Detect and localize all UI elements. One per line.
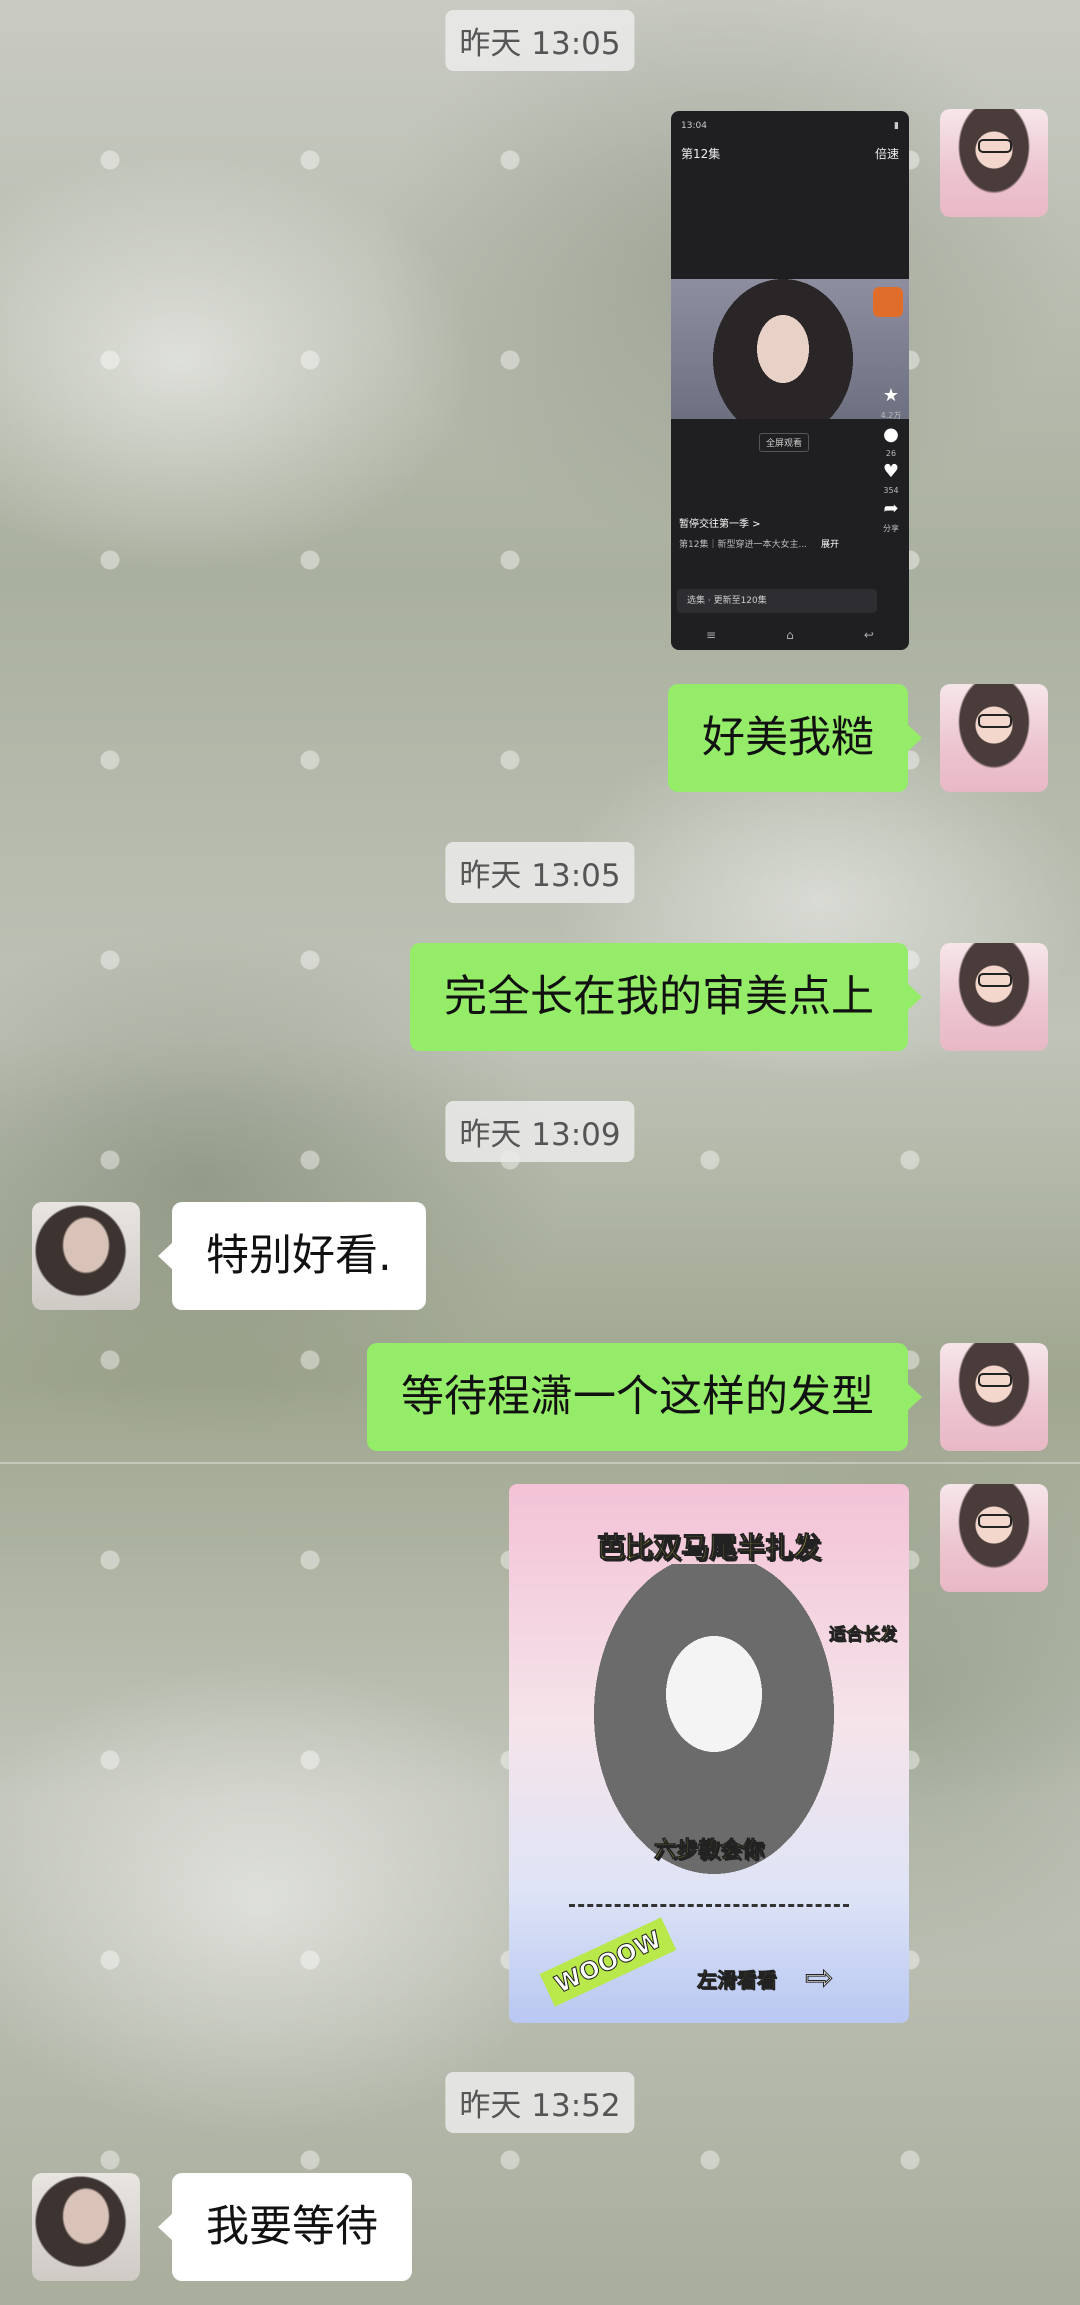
count: 26 bbox=[885, 449, 897, 458]
nav-bar: ≡ ⌂ ↩ bbox=[671, 620, 909, 650]
card-steps-label: 六步教会你 bbox=[653, 1838, 765, 1864]
my-avatar[interactable] bbox=[940, 1484, 1048, 1592]
image-message-hairstyle[interactable]: 芭比双马尾半扎发 适合长发 六步教会你 WOOOW 左滑看看 ⇨ bbox=[509, 1484, 909, 2023]
expand-label: 展开 bbox=[821, 540, 840, 550]
timestamp: 昨天 13:09 bbox=[445, 1101, 635, 1162]
status-time: 13:04 bbox=[681, 121, 707, 131]
menu-icon: ≡ bbox=[706, 628, 717, 642]
message-bubble-sent[interactable]: 等待程潇一个这样的发型 bbox=[367, 1343, 922, 1451]
status-bar: 13:04 ▮ bbox=[681, 121, 899, 131]
wooow-sticker: WOOOW bbox=[539, 1917, 677, 2007]
message-bubble-received[interactable]: 我要等待 bbox=[158, 2173, 412, 2281]
timestamp: 昨天 13:52 bbox=[445, 2072, 635, 2133]
episode-select: 选集 · 更新至120集 bbox=[677, 589, 877, 613]
star-icon: ★ bbox=[882, 385, 900, 406]
show-title: 暂停交往第一季 > bbox=[679, 519, 761, 530]
message-bubble-sent[interactable]: 好美我糙 bbox=[668, 684, 922, 792]
fullscreen-button: 全屏观看 bbox=[759, 433, 810, 452]
share-icon: ➦ bbox=[883, 498, 899, 519]
count: 354 bbox=[883, 486, 899, 495]
video-header: 第12集 倍速 bbox=[681, 145, 899, 162]
heart-icon: ♥ bbox=[882, 461, 900, 482]
badge-icon bbox=[873, 287, 903, 317]
count: 分享 bbox=[883, 524, 899, 533]
friend-avatar[interactable] bbox=[32, 2173, 140, 2281]
my-avatar[interactable] bbox=[940, 1343, 1048, 1451]
card-suitable-label: 适合长发 bbox=[829, 1625, 898, 1646]
speed-label: 倍速 bbox=[874, 147, 899, 161]
arrow-right-icon: ⇨ bbox=[805, 1958, 834, 1999]
my-avatar[interactable] bbox=[940, 943, 1048, 1051]
home-icon: ⌂ bbox=[786, 628, 794, 642]
card-title: 芭比双马尾半扎发 bbox=[596, 1531, 821, 1565]
swipe-label: 左滑看看 bbox=[697, 1968, 778, 1993]
count: 4.2万 bbox=[880, 411, 902, 420]
dashed-divider bbox=[569, 1904, 849, 1907]
comment-icon: ● bbox=[883, 424, 899, 445]
battery-icon: ▮ bbox=[894, 121, 899, 131]
friend-avatar[interactable] bbox=[32, 1202, 140, 1310]
message-bubble-received[interactable]: 特别好看. bbox=[158, 1202, 426, 1310]
episode-desc: 第12集｜新型穿进一本大女主... bbox=[679, 540, 808, 550]
image-message-screenshot[interactable]: 13:04 ▮ 第12集 倍速 全屏观看 ★ 4.2万 ● 26 ♥ 354 ➦… bbox=[671, 111, 909, 650]
screenshot-seam bbox=[0, 1462, 1080, 1464]
episode-title: 第12集 bbox=[681, 147, 721, 161]
timestamp: 昨天 13:05 bbox=[445, 10, 635, 71]
side-actions: ★ 4.2万 ● 26 ♥ 354 ➦ 分享 bbox=[879, 386, 903, 534]
my-avatar[interactable] bbox=[940, 109, 1048, 217]
timestamp: 昨天 13:05 bbox=[445, 842, 635, 903]
back-icon: ↩ bbox=[863, 628, 874, 642]
message-bubble-sent[interactable]: 完全长在我的审美点上 bbox=[410, 943, 922, 1051]
video-frame bbox=[671, 279, 909, 419]
my-avatar[interactable] bbox=[940, 684, 1048, 792]
